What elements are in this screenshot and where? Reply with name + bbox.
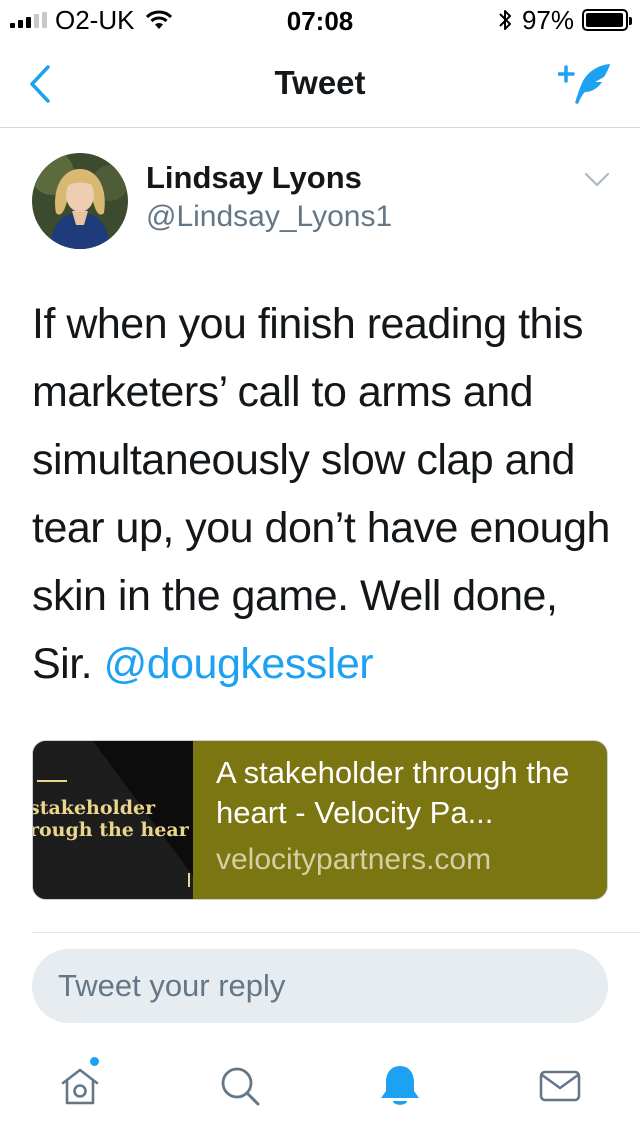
tab-notifications[interactable]	[370, 1056, 430, 1116]
battery-percentage: 97%	[521, 4, 574, 35]
tab-bar	[0, 1038, 640, 1136]
compose-tweet-icon	[558, 64, 610, 104]
avatar[interactable]	[32, 153, 128, 249]
battery-icon	[582, 9, 632, 31]
reply-placeholder: Tweet your reply	[58, 968, 286, 1003]
home-notification-dot	[88, 1055, 101, 1068]
home-icon	[61, 1068, 99, 1105]
status-bar: O2-UK 07:08 97%	[0, 0, 640, 40]
link-card-thumbnail: stakeholder rough the hear	[33, 741, 193, 899]
link-card[interactable]: stakeholder rough the hear A stakeholder…	[32, 740, 608, 900]
nav-bar: Tweet	[0, 40, 640, 128]
tab-home[interactable]	[50, 1056, 110, 1116]
tweet-body: If when you finish reading this marketer…	[32, 300, 610, 688]
divider	[32, 932, 640, 933]
compose-tweet-button[interactable]	[556, 60, 616, 108]
tweet-text: If when you finish reading this marketer…	[32, 290, 622, 698]
search-icon	[221, 1067, 260, 1106]
tab-messages[interactable]	[530, 1056, 590, 1116]
thumbnail-text-line: rough the hear	[33, 819, 189, 841]
chevron-down-icon	[584, 172, 610, 187]
tab-search[interactable]	[210, 1056, 270, 1116]
reply-input[interactable]: Tweet your reply	[32, 949, 608, 1023]
page-title: Tweet	[274, 64, 366, 101]
mention-link[interactable]: @dougkessler	[104, 640, 374, 688]
bell-icon	[381, 1066, 419, 1105]
envelope-icon	[539, 1070, 581, 1102]
bluetooth-icon	[498, 8, 512, 32]
author-handle[interactable]: @Lindsay_Lyons1	[146, 200, 392, 234]
link-card-title: A stakeholder through the heart - Veloci…	[216, 755, 570, 830]
link-card-domain: velocitypartners.com	[216, 843, 492, 876]
tweet-options-button[interactable]	[582, 168, 612, 192]
author-name[interactable]: Lindsay Lyons	[146, 160, 362, 196]
thumbnail-text-line: stakeholder	[33, 797, 156, 819]
